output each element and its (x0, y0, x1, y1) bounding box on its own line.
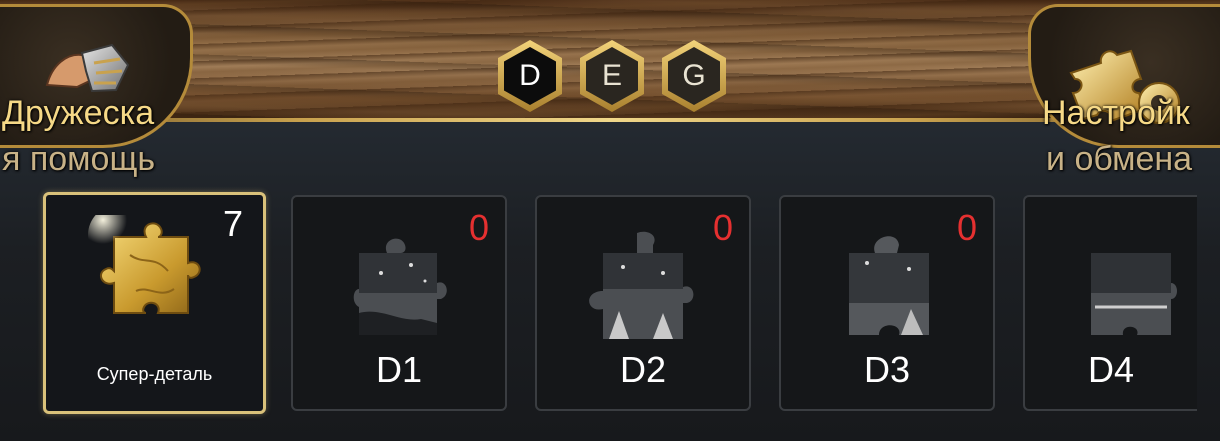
puzzle-fragment-icon (849, 236, 929, 335)
piece-name: Супер-деталь (96, 364, 213, 384)
golden-puzzle-piece-icon (88, 215, 201, 314)
piece-name: D1 (375, 349, 423, 390)
piece-count: 0 (712, 207, 733, 248)
piece-count: 7 (222, 203, 243, 244)
piece-count: 0 (468, 207, 489, 248)
tab-g[interactable]: G (662, 40, 726, 112)
puzzle-fragment-icon (353, 238, 447, 335)
friendly-help-line2: я помощь (2, 140, 156, 178)
piece-card-d1[interactable]: 0 D1 (291, 195, 507, 411)
exchange-settings-line2: и обмена (1046, 140, 1193, 178)
friendly-help-label: Дружеска я помощь (2, 90, 155, 182)
tab-e[interactable]: E (580, 40, 644, 112)
piece-name: D4 (1087, 349, 1135, 390)
piece-card-d3[interactable]: 0 D3 (779, 195, 995, 411)
exchange-settings-label: Настройк и обмена (1042, 90, 1192, 182)
puzzle-fragment-icon (589, 231, 694, 339)
puzzle-fragment-icon (1091, 253, 1177, 335)
friendly-help-line1: Дружеска (2, 94, 155, 132)
piece-name: D3 (863, 349, 911, 390)
piece-count: 0 (956, 207, 977, 248)
piece-card-d4[interactable]: D4 (1023, 195, 1197, 411)
piece-name: D2 (619, 349, 667, 390)
tab-d[interactable]: D (498, 40, 562, 112)
piece-card-super[interactable]: 7 Супер-деталь (43, 192, 266, 414)
exchange-settings-line1: Настройк (1042, 94, 1190, 132)
piece-card-d2[interactable]: 0 D2 (535, 195, 751, 411)
